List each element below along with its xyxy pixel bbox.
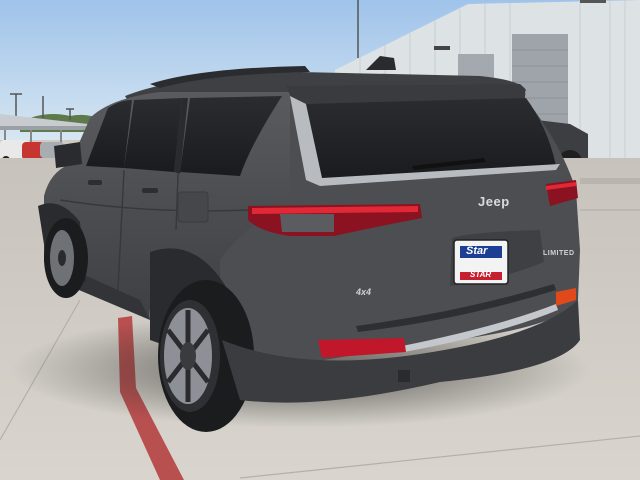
dealer-plate-line2: STAR <box>470 270 492 279</box>
door-handle-rear <box>142 188 158 193</box>
taillight-left-lens <box>280 214 334 232</box>
limited-badge: LIMITED <box>543 250 575 257</box>
jeep-badge: Jeep <box>478 194 510 209</box>
door-handle-front <box>88 180 102 185</box>
front-wheel <box>44 218 88 298</box>
dealer-plate-line1: Star <box>466 245 488 257</box>
fuel-door <box>177 191 209 223</box>
side-mirror <box>54 142 82 168</box>
side-window-middle <box>124 98 182 172</box>
photo-scene: Jeep 4x4 LIMITED Star STAR <box>0 0 640 480</box>
four-by-four-badge: 4x4 <box>356 287 372 297</box>
tow-hook-cover <box>398 370 410 382</box>
curb <box>580 178 640 184</box>
photo-svg <box>0 0 640 480</box>
